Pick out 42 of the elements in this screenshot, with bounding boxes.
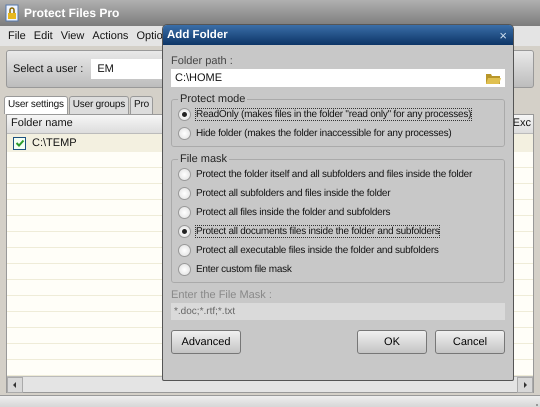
radio-button[interactable] [178, 244, 191, 257]
column-header[interactable]: Folder name [7, 115, 77, 133]
menu-item[interactable]: View [56, 30, 88, 42]
radio-button[interactable] [178, 225, 191, 238]
radio-button[interactable] [178, 108, 191, 121]
radio-button[interactable] [178, 263, 191, 276]
radio-button[interactable] [178, 187, 191, 200]
radio-button[interactable] [178, 206, 191, 219]
menu-item[interactable]: File [4, 30, 30, 42]
checkbox[interactable] [13, 136, 26, 150]
option-label[interactable]: Protect all executable files inside the folder and subfolders [196, 245, 439, 256]
dialog-title: Add Folder [167, 29, 228, 41]
field-label: Enter the File Mask : [171, 289, 273, 301]
option-label[interactable]: Protect all documents files inside the folder and subfolders [196, 226, 440, 237]
radio-button[interactable] [178, 127, 191, 140]
option-label[interactable]: ReadOnly (makes files in the folder "read only" for any processes) [196, 109, 472, 120]
tab[interactable]: Pro [130, 96, 154, 114]
radio-button[interactable] [178, 168, 191, 181]
group-title: Protect mode [179, 93, 246, 105]
group-title: File mask [179, 153, 228, 165]
user-label: Select a user : [13, 63, 84, 75]
option-label[interactable]: Enter custom file mask [196, 264, 292, 275]
option-label[interactable]: Protect all subfolders and files inside the folder [196, 188, 390, 199]
option-label[interactable]: Protect the folder itself and all subfolders and files inside the folder [196, 169, 472, 180]
tab[interactable]: User settings [4, 96, 68, 114]
menu-item[interactable]: Actions [88, 30, 132, 42]
dialog-button[interactable]: Cancel [435, 330, 505, 354]
window-title: Protect Files Pro [24, 6, 120, 20]
tab[interactable]: User groups [68, 96, 130, 114]
dialog-button[interactable]: Advanced [171, 330, 241, 354]
folder-path-field[interactable]: C:\HOME [171, 69, 505, 87]
folder-icon[interactable] [485, 72, 501, 84]
scroll-right-icon[interactable] [517, 377, 533, 393]
close-button[interactable]: × [497, 28, 509, 42]
option-label[interactable]: Protect all files inside the folder and subfolders [196, 207, 390, 218]
option-label[interactable]: Hide folder (makes the folder inaccessible for any processes) [196, 128, 452, 139]
scroll-left-icon[interactable] [7, 377, 23, 393]
table-cell: C:\TEMP [32, 137, 77, 149]
menu-item[interactable]: Optio [132, 30, 167, 42]
menu-item[interactable]: Edit [30, 30, 57, 42]
dialog-button[interactable]: OK [357, 330, 427, 354]
lock-file-icon [5, 4, 19, 22]
